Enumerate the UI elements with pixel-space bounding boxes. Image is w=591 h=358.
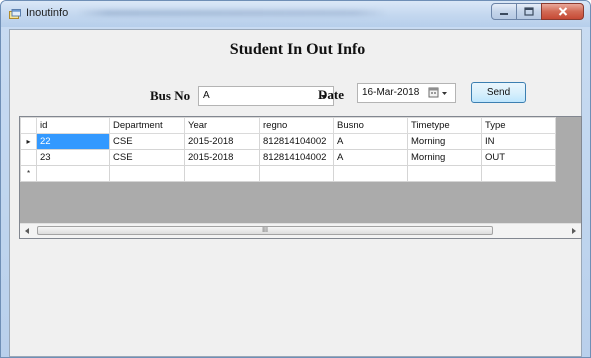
column-header-type[interactable]: Type <box>481 117 556 134</box>
close-icon <box>558 3 568 21</box>
date-picker[interactable]: 16-Mar-2018 <box>357 83 456 103</box>
grid-cell-empty[interactable] <box>259 165 334 182</box>
horizontal-scrollbar[interactable]: III <box>20 223 581 238</box>
maximize-button[interactable] <box>516 3 542 20</box>
column-header-timetype[interactable]: Timetype <box>407 117 482 134</box>
grid-cell-department[interactable]: CSE <box>109 149 185 166</box>
caption-buttons <box>491 3 584 21</box>
new-row[interactable]: * <box>20 165 556 182</box>
grid-header-row: id Department Year regno Busno Timetype … <box>20 117 556 134</box>
minimize-button[interactable] <box>491 3 517 20</box>
date-label: Date <box>318 87 344 102</box>
thumb-grip: III <box>262 227 268 234</box>
grid-cell-id[interactable]: 23 <box>36 149 110 166</box>
scrollbar-thumb[interactable]: III <box>37 226 493 235</box>
table-row[interactable]: ▸ 22 CSE 2015-2018 812814104002 A Mornin… <box>20 133 556 150</box>
grid-cell-empty[interactable] <box>36 165 110 182</box>
date-value: 16-Mar-2018 <box>362 87 420 98</box>
column-header-id[interactable]: id <box>36 117 110 134</box>
bus-no-value: A <box>203 90 210 101</box>
column-header-department[interactable]: Department <box>109 117 185 134</box>
send-button[interactable]: Send <box>471 82 526 103</box>
data-grid[interactable]: id Department Year regno Busno Timetype … <box>19 116 582 239</box>
new-row-indicator[interactable]: * <box>20 165 37 182</box>
calendar-dropdown-icon[interactable] <box>428 87 450 99</box>
row-header-corner <box>20 117 37 134</box>
grid-cell-empty[interactable] <box>481 165 556 182</box>
app-icon <box>9 8 21 20</box>
grid-cell-empty[interactable] <box>333 165 408 182</box>
minimize-icon <box>499 3 509 21</box>
grid-cell-empty[interactable] <box>109 165 185 182</box>
bus-no-combobox[interactable]: A <box>198 86 334 106</box>
column-header-busno[interactable]: Busno <box>333 117 408 134</box>
grid-cell-timetype[interactable]: Morning <box>407 133 482 150</box>
bus-no-label: Bus No <box>150 88 191 103</box>
grid-cell-busno[interactable]: A <box>333 149 408 166</box>
scroll-right-icon[interactable] <box>572 228 576 234</box>
table-row[interactable]: 23 CSE 2015-2018 812814104002 A Morning … <box>20 149 556 166</box>
grid-cell-department[interactable]: CSE <box>109 133 185 150</box>
grid-cell-year[interactable]: 2015-2018 <box>184 149 260 166</box>
window-title: Inoutinfo <box>26 7 69 19</box>
grid-cell-regno[interactable]: 812814104002 <box>259 149 334 166</box>
maximize-icon <box>524 3 534 21</box>
grid-cell-type[interactable]: OUT <box>481 149 556 166</box>
grid-cell-id[interactable]: 22 <box>36 133 110 150</box>
grid-cell-busno[interactable]: A <box>333 133 408 150</box>
form-client-area: Student In Out Info Bus No A Date 16-Mar… <box>9 29 582 357</box>
column-header-regno[interactable]: regno <box>259 117 334 134</box>
grid-cell-year[interactable]: 2015-2018 <box>184 133 260 150</box>
grid-cell-empty[interactable] <box>407 165 482 182</box>
grid-cell-timetype[interactable]: Morning <box>407 149 482 166</box>
close-button[interactable] <box>541 3 584 20</box>
title-blur <box>77 10 387 16</box>
grid-cell-regno[interactable]: 812814104002 <box>259 133 334 150</box>
grid-table: id Department Year regno Busno Timetype … <box>20 117 556 182</box>
current-row-indicator[interactable]: ▸ <box>20 133 37 150</box>
grid-cell-type[interactable]: IN <box>481 133 556 150</box>
row-header[interactable] <box>20 149 37 166</box>
page-title: Student In Out Info <box>229 41 366 58</box>
grid-cell-empty[interactable] <box>184 165 260 182</box>
column-header-year[interactable]: Year <box>184 117 260 134</box>
scroll-left-icon[interactable] <box>25 228 29 234</box>
app-window: Inoutinfo Student In Out Info Bus No A D… <box>0 0 591 358</box>
title-bar[interactable]: Inoutinfo <box>1 1 590 27</box>
